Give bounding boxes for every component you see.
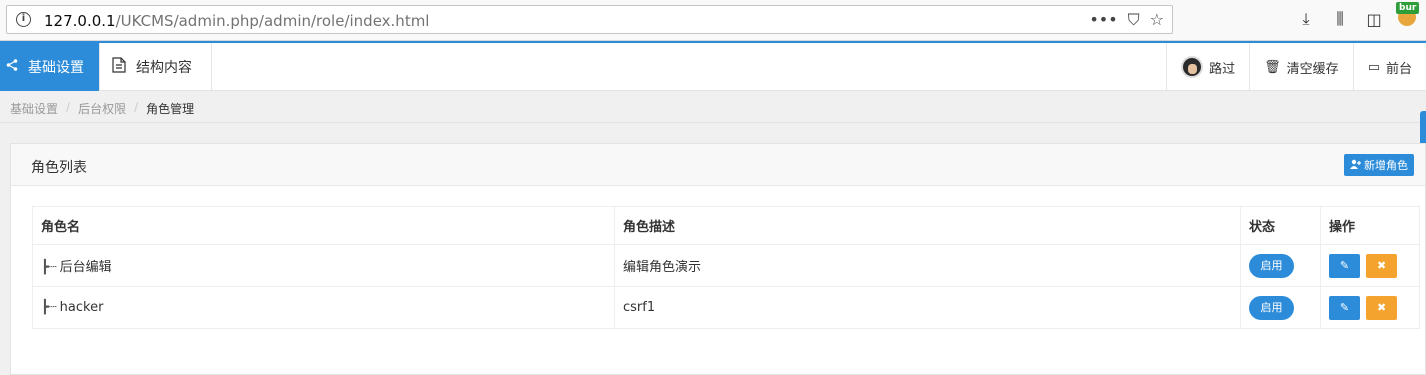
add-role-label: 新增角色 (1364, 160, 1408, 172)
nav-label: 基础设置 (28, 60, 84, 76)
pocket-icon[interactable]: ⛉ (1128, 10, 1140, 30)
actions-cell: ✎ ✖ (1320, 286, 1420, 329)
nav-structure-content[interactable]: 结构内容 (100, 43, 212, 91)
nav-basic-settings[interactable]: 基础设置 (0, 43, 100, 91)
user-menu[interactable]: 路过 (1166, 43, 1249, 91)
role-desc: csrf1 (614, 286, 1241, 329)
bookmark-star-icon[interactable]: ☆ (1150, 10, 1164, 30)
trash-icon: 🗑 (1264, 59, 1281, 75)
more-actions-icon[interactable]: ••• (1089, 10, 1117, 30)
add-role-button[interactable]: 新增角色 (1344, 154, 1414, 176)
edit-icon: ✎ (1339, 259, 1350, 272)
tree-prefix: ┣┈ (41, 300, 57, 315)
edit-button[interactable]: ✎ (1329, 295, 1360, 320)
role-name-cell: ┣┈ 后台编辑 (32, 244, 615, 287)
breadcrumb: 基础设置 / 后台权限 / 角色管理 (10, 100, 194, 117)
nav-label: 结构内容 (136, 60, 192, 76)
download-icon[interactable]: ⤓ (1296, 9, 1316, 29)
role-list-panel: 角色列表 新增角色 角色名 角色描述 状态 操作 ┣┈ 后台编辑 编辑角色演示 启… (10, 143, 1426, 375)
site-info-icon[interactable]: i (16, 12, 31, 27)
table-header-row: 角色名 角色描述 状态 操作 (32, 206, 1420, 245)
extension-icon[interactable]: bur (1394, 2, 1422, 26)
delete-button[interactable]: ✖ (1366, 253, 1398, 278)
frontend-label: 前台 (1385, 61, 1412, 77)
add-user-icon (1350, 159, 1361, 172)
library-icon[interactable]: ⫼ (1330, 9, 1350, 29)
role-desc: 编辑角色演示 (614, 244, 1241, 287)
url-bar[interactable]: i 127.0.0.1/UKCMS/admin.php/admin/role/i… (6, 5, 1173, 34)
breadcrumb-item[interactable]: 基础设置 (10, 100, 58, 117)
panel-header: 角色列表 新增角色 (11, 144, 1425, 186)
status-toggle-button[interactable]: 启用 (1249, 253, 1294, 278)
column-header-actions: 操作 (1320, 206, 1420, 245)
user-name: 路过 (1209, 61, 1236, 77)
role-name: hacker (59, 300, 104, 315)
sidebar-icon[interactable]: ◫ (1364, 10, 1384, 29)
role-name: 后台编辑 (59, 260, 112, 275)
frontend-link[interactable]: ▭ 前台 (1352, 43, 1426, 91)
breadcrumb-separator: / (66, 100, 71, 114)
edit-button[interactable]: ✎ (1329, 253, 1360, 278)
table-row: ┣┈ hacker csrf1 启用 ✎ ✖ (32, 286, 1420, 329)
tree-prefix: ┣┈ (41, 260, 57, 275)
url-text[interactable]: 127.0.0.1/UKCMS/admin.php/admin/role/ind… (44, 12, 429, 30)
monitor-icon: ▭ (1367, 59, 1380, 75)
clear-cache-label: 清空缓存 (1286, 61, 1339, 77)
status-toggle-button[interactable]: 启用 (1249, 295, 1294, 320)
table-row: ┣┈ 后台编辑 编辑角色演示 启用 ✎ ✖ (32, 244, 1420, 287)
breadcrumb-current: 角色管理 (146, 102, 195, 116)
panel-title: 角色列表 (31, 160, 87, 176)
status-cell: 启用 (1240, 286, 1321, 329)
close-icon: ✖ (1377, 259, 1387, 272)
column-header-desc: 角色描述 (614, 206, 1241, 245)
delete-button[interactable]: ✖ (1366, 295, 1398, 320)
role-table: 角色名 角色描述 状态 操作 ┣┈ 后台编辑 编辑角色演示 启用 ✎ ✖ ┣┈ ha… (32, 206, 1420, 329)
edit-icon: ✎ (1339, 301, 1350, 314)
document-icon (112, 57, 126, 77)
breadcrumb-separator: / (134, 100, 139, 114)
extension-badge: bur (1396, 2, 1420, 14)
status-cell: 启用 (1240, 244, 1321, 287)
column-header-name: 角色名 (32, 206, 615, 245)
avatar (1181, 56, 1204, 78)
share-icon (6, 59, 18, 75)
close-icon: ✖ (1377, 301, 1387, 314)
actions-cell: ✎ ✖ (1320, 244, 1420, 287)
role-name-cell: ┣┈ hacker (32, 286, 615, 329)
column-header-status: 状态 (1240, 206, 1321, 245)
clear-cache-button[interactable]: 🗑 清空缓存 (1249, 43, 1353, 91)
browser-toolbar: i 127.0.0.1/UKCMS/admin.php/admin/role/i… (0, 0, 1426, 41)
app-header: 基础设置 结构内容 路过 🗑 清空缓存 ▭ 前台 (0, 41, 1426, 91)
divider (0, 122, 1426, 123)
breadcrumb-item[interactable]: 后台权限 (78, 100, 126, 117)
